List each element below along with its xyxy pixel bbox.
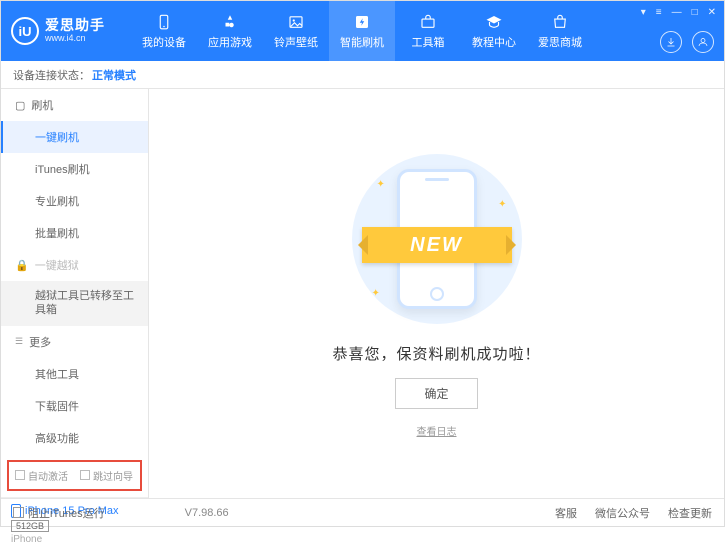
sidebar-item-batch-flash[interactable]: 批量刷机 [1, 217, 148, 249]
app-url: www.i4.cn [45, 34, 105, 44]
download-button[interactable] [660, 31, 682, 53]
sidebar-item-other-tools[interactable]: 其他工具 [1, 358, 148, 390]
sidebar-jailbreak-note: 越狱工具已转移至工具箱 [1, 281, 148, 326]
success-illustration: NEW ✦ ✦ ✦ [347, 149, 527, 329]
logo-icon: iU [11, 17, 39, 45]
lock-icon: 🔒 [15, 259, 29, 272]
footer-link-update[interactable]: 检查更新 [668, 505, 712, 521]
sparkle-icon: ✦ [372, 288, 380, 299]
footer-link-wechat[interactable]: 微信公众号 [595, 505, 650, 521]
version-label: V7.98.66 [185, 507, 229, 519]
status-mode: 正常模式 [92, 67, 136, 83]
main-nav: 我的设备 应用游戏 铃声壁纸 智能刷机 工具箱 教程中心 爱思商城 [131, 1, 714, 61]
menu-icon[interactable]: ▾ [641, 7, 646, 18]
storage-badge: 512GB [11, 520, 49, 532]
checkbox-block-itunes[interactable]: 阻止iTunes运行 [13, 505, 105, 521]
nav-label: 应用游戏 [208, 34, 252, 50]
checkbox-label: 自动激活 [28, 468, 68, 483]
checkbox-icon [13, 507, 24, 518]
sidebar-header-label: 刷机 [31, 97, 53, 113]
sparkle-icon: ✦ [498, 199, 506, 210]
nav-label: 工具箱 [412, 34, 445, 50]
checkbox-label: 跳过向导 [93, 468, 133, 483]
sidebar-header-more[interactable]: ☰ 更多 [1, 326, 148, 358]
sidebar-item-oneclick-flash[interactable]: 一键刷机 [1, 121, 148, 153]
view-log-link[interactable]: 查看日志 [417, 423, 457, 438]
user-button[interactable] [692, 31, 714, 53]
settings-icon[interactable]: ≡ [656, 7, 662, 18]
sidebar-header-flash[interactable]: ▢ 刷机 [1, 89, 148, 121]
nav-ringtones[interactable]: 铃声壁纸 [263, 1, 329, 61]
status-prefix: 设备连接状态： [13, 67, 90, 83]
checkbox-skip-guide[interactable]: 跳过向导 [80, 468, 133, 483]
apps-icon [221, 13, 239, 31]
sidebar-header-jailbreak: 🔒 一键越狱 [1, 249, 148, 281]
success-message: 恭喜您，保资料刷机成功啦！ [332, 343, 540, 364]
sidebar-header-label: 更多 [29, 334, 51, 350]
nav-label: 我的设备 [142, 34, 186, 50]
toolbox-icon [419, 13, 437, 31]
checkbox-auto-activate[interactable]: 自动激活 [15, 468, 68, 483]
nav-toolbox[interactable]: 工具箱 [395, 1, 461, 61]
sidebar-item-itunes-flash[interactable]: iTunes刷机 [1, 153, 148, 185]
status-bar: 设备连接状态： 正常模式 [1, 61, 724, 89]
phone-icon [155, 13, 173, 31]
nav-my-device[interactable]: 我的设备 [131, 1, 197, 61]
nav-store[interactable]: 爱思商城 [527, 1, 593, 61]
sparkle-icon: ✦ [377, 179, 385, 190]
sidebar-item-pro-flash[interactable]: 专业刷机 [1, 185, 148, 217]
close-icon[interactable]: ✕ [708, 7, 716, 18]
nav-label: 教程中心 [472, 34, 516, 50]
minimize-icon[interactable]: — [672, 7, 682, 18]
sidebar-item-advanced[interactable]: 高级功能 [1, 422, 148, 454]
device-type: iPhone [11, 534, 138, 545]
graduation-icon [485, 13, 503, 31]
main-content: NEW ✦ ✦ ✦ 恭喜您，保资料刷机成功啦！ 确定 查看日志 [149, 89, 724, 498]
nav-tutorials[interactable]: 教程中心 [461, 1, 527, 61]
new-ribbon: NEW [362, 227, 512, 263]
logo-area: iU 爱思助手 www.i4.cn [11, 17, 131, 45]
ok-button[interactable]: 确定 [395, 378, 477, 409]
sidebar-item-download-firmware[interactable]: 下载固件 [1, 390, 148, 422]
sidebar: ▢ 刷机 一键刷机 iTunes刷机 专业刷机 批量刷机 🔒 一键越狱 越狱工具… [1, 89, 149, 498]
nav-apps[interactable]: 应用游戏 [197, 1, 263, 61]
app-header: iU 爱思助手 www.i4.cn 我的设备 应用游戏 铃声壁纸 智能刷机 工具… [1, 1, 724, 61]
checkbox-highlight-box: 自动激活 跳过向导 [7, 460, 142, 491]
checkbox-icon [80, 470, 90, 480]
store-icon [551, 13, 569, 31]
flash-icon [353, 13, 371, 31]
nav-label: 铃声壁纸 [274, 34, 318, 50]
checkbox-icon [15, 470, 25, 480]
nav-flash[interactable]: 智能刷机 [329, 1, 395, 61]
chevron-icon: ☰ [15, 336, 23, 347]
flash-small-icon: ▢ [15, 99, 25, 112]
nav-label: 智能刷机 [340, 34, 384, 50]
footer-link-support[interactable]: 客服 [555, 505, 577, 521]
window-controls: ▾ ≡ — □ ✕ [641, 7, 716, 18]
maximize-icon[interactable]: □ [692, 7, 698, 18]
sidebar-header-label: 一键越狱 [35, 257, 79, 273]
nav-label: 爱思商城 [538, 34, 582, 50]
app-name: 爱思助手 [45, 18, 105, 33]
checkbox-label: 阻止iTunes运行 [28, 505, 105, 521]
image-icon [287, 13, 305, 31]
